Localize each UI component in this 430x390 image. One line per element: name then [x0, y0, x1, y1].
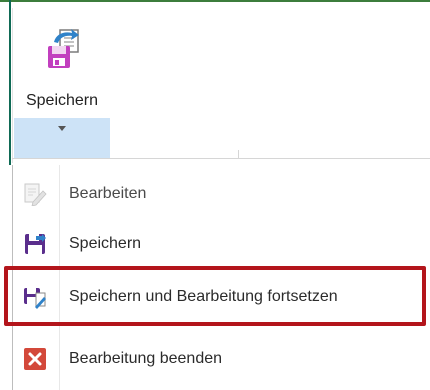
save-button-label: Speichern: [25, 92, 99, 109]
menu-item-speichern[interactable]: Speichern: [13, 220, 430, 270]
ribbon-divider: [12, 158, 430, 159]
ribbon-left-border: [9, 0, 11, 165]
ribbon-inner-border: [12, 8, 13, 163]
save-dropdown-toggle[interactable]: [14, 118, 110, 158]
menu-item-label: Speichern: [69, 235, 142, 252]
save-floppy-icon: [23, 232, 47, 256]
close-edit-icon: [23, 347, 47, 371]
save-split-button[interactable]: Speichern: [14, 20, 110, 120]
highlight-annotation-box: [4, 266, 426, 326]
save-export-icon: [42, 26, 86, 70]
menu-item-bearbeitung-beenden[interactable]: Bearbeitung beenden: [13, 335, 430, 385]
menu-item-label: Bearbeitung beenden: [69, 350, 223, 367]
menu-item-label: Bearbeiten: [69, 185, 147, 202]
edit-document-icon: [23, 182, 47, 207]
chevron-down-icon: [58, 126, 66, 131]
ribbon-group-separator: [238, 150, 239, 159]
ribbon: Speichern: [0, 0, 430, 165]
menu-item-bearbeiten[interactable]: Bearbeiten: [13, 170, 430, 220]
ribbon-top-border: [0, 0, 430, 2]
